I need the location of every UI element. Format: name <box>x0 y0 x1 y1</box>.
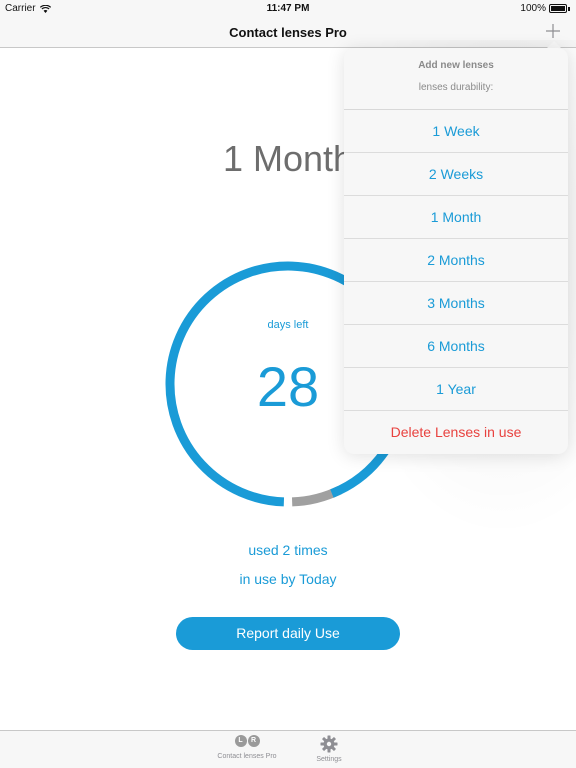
status-bar: Carrier 11:47 PM 100% <box>0 0 576 16</box>
usage-count: used 2 times <box>248 542 328 558</box>
right-lens-letter: R <box>247 735 260 747</box>
duration-option-1-year[interactable]: 1 Year <box>344 368 568 411</box>
report-daily-use-button[interactable]: Report daily Use <box>176 617 400 650</box>
in-use-since: in use by Today <box>239 571 337 587</box>
tab-bar: L R Contact lenses Pro Settings <box>0 730 576 768</box>
tab-label: Contact lenses Pro <box>217 753 277 760</box>
page-title: Contact lenses Pro <box>229 25 347 40</box>
add-lenses-button[interactable] <box>542 20 564 42</box>
lens-pair-icon: L R <box>212 735 282 749</box>
delete-lenses-button[interactable]: Delete Lenses in use <box>344 411 568 454</box>
popover-subheading: lenses durability: <box>418 82 494 93</box>
duration-option-6-months[interactable]: 6 Months <box>344 325 568 368</box>
duration-option-1-week[interactable]: 1 Week <box>344 110 568 153</box>
left-lens-letter: L <box>234 735 247 747</box>
popover-header: Add new lenses lenses durability: <box>344 48 568 110</box>
duration-option-2-months[interactable]: 2 Months <box>344 239 568 282</box>
duration-option-1-month[interactable]: 1 Month <box>344 196 568 239</box>
tab-contact-lenses[interactable]: L R Contact lenses Pro <box>212 735 282 760</box>
battery-percent: 100% <box>520 3 546 14</box>
tab-label: Settings <box>316 756 342 763</box>
duration-option-2-weeks[interactable]: 2 Weeks <box>344 153 568 196</box>
duration-option-3-months[interactable]: 3 Months <box>344 282 568 325</box>
battery-tip <box>568 6 570 11</box>
plus-icon <box>546 24 560 38</box>
tab-settings[interactable]: Settings <box>294 735 364 763</box>
popover-heading: Add new lenses <box>418 60 494 71</box>
gear-icon <box>320 735 338 753</box>
status-time: 11:47 PM <box>266 3 310 14</box>
battery-indicator: 100% <box>520 3 570 14</box>
add-lenses-popover: Add new lenses lenses durability: 1 Week… <box>344 48 568 454</box>
battery-icon <box>549 4 567 13</box>
